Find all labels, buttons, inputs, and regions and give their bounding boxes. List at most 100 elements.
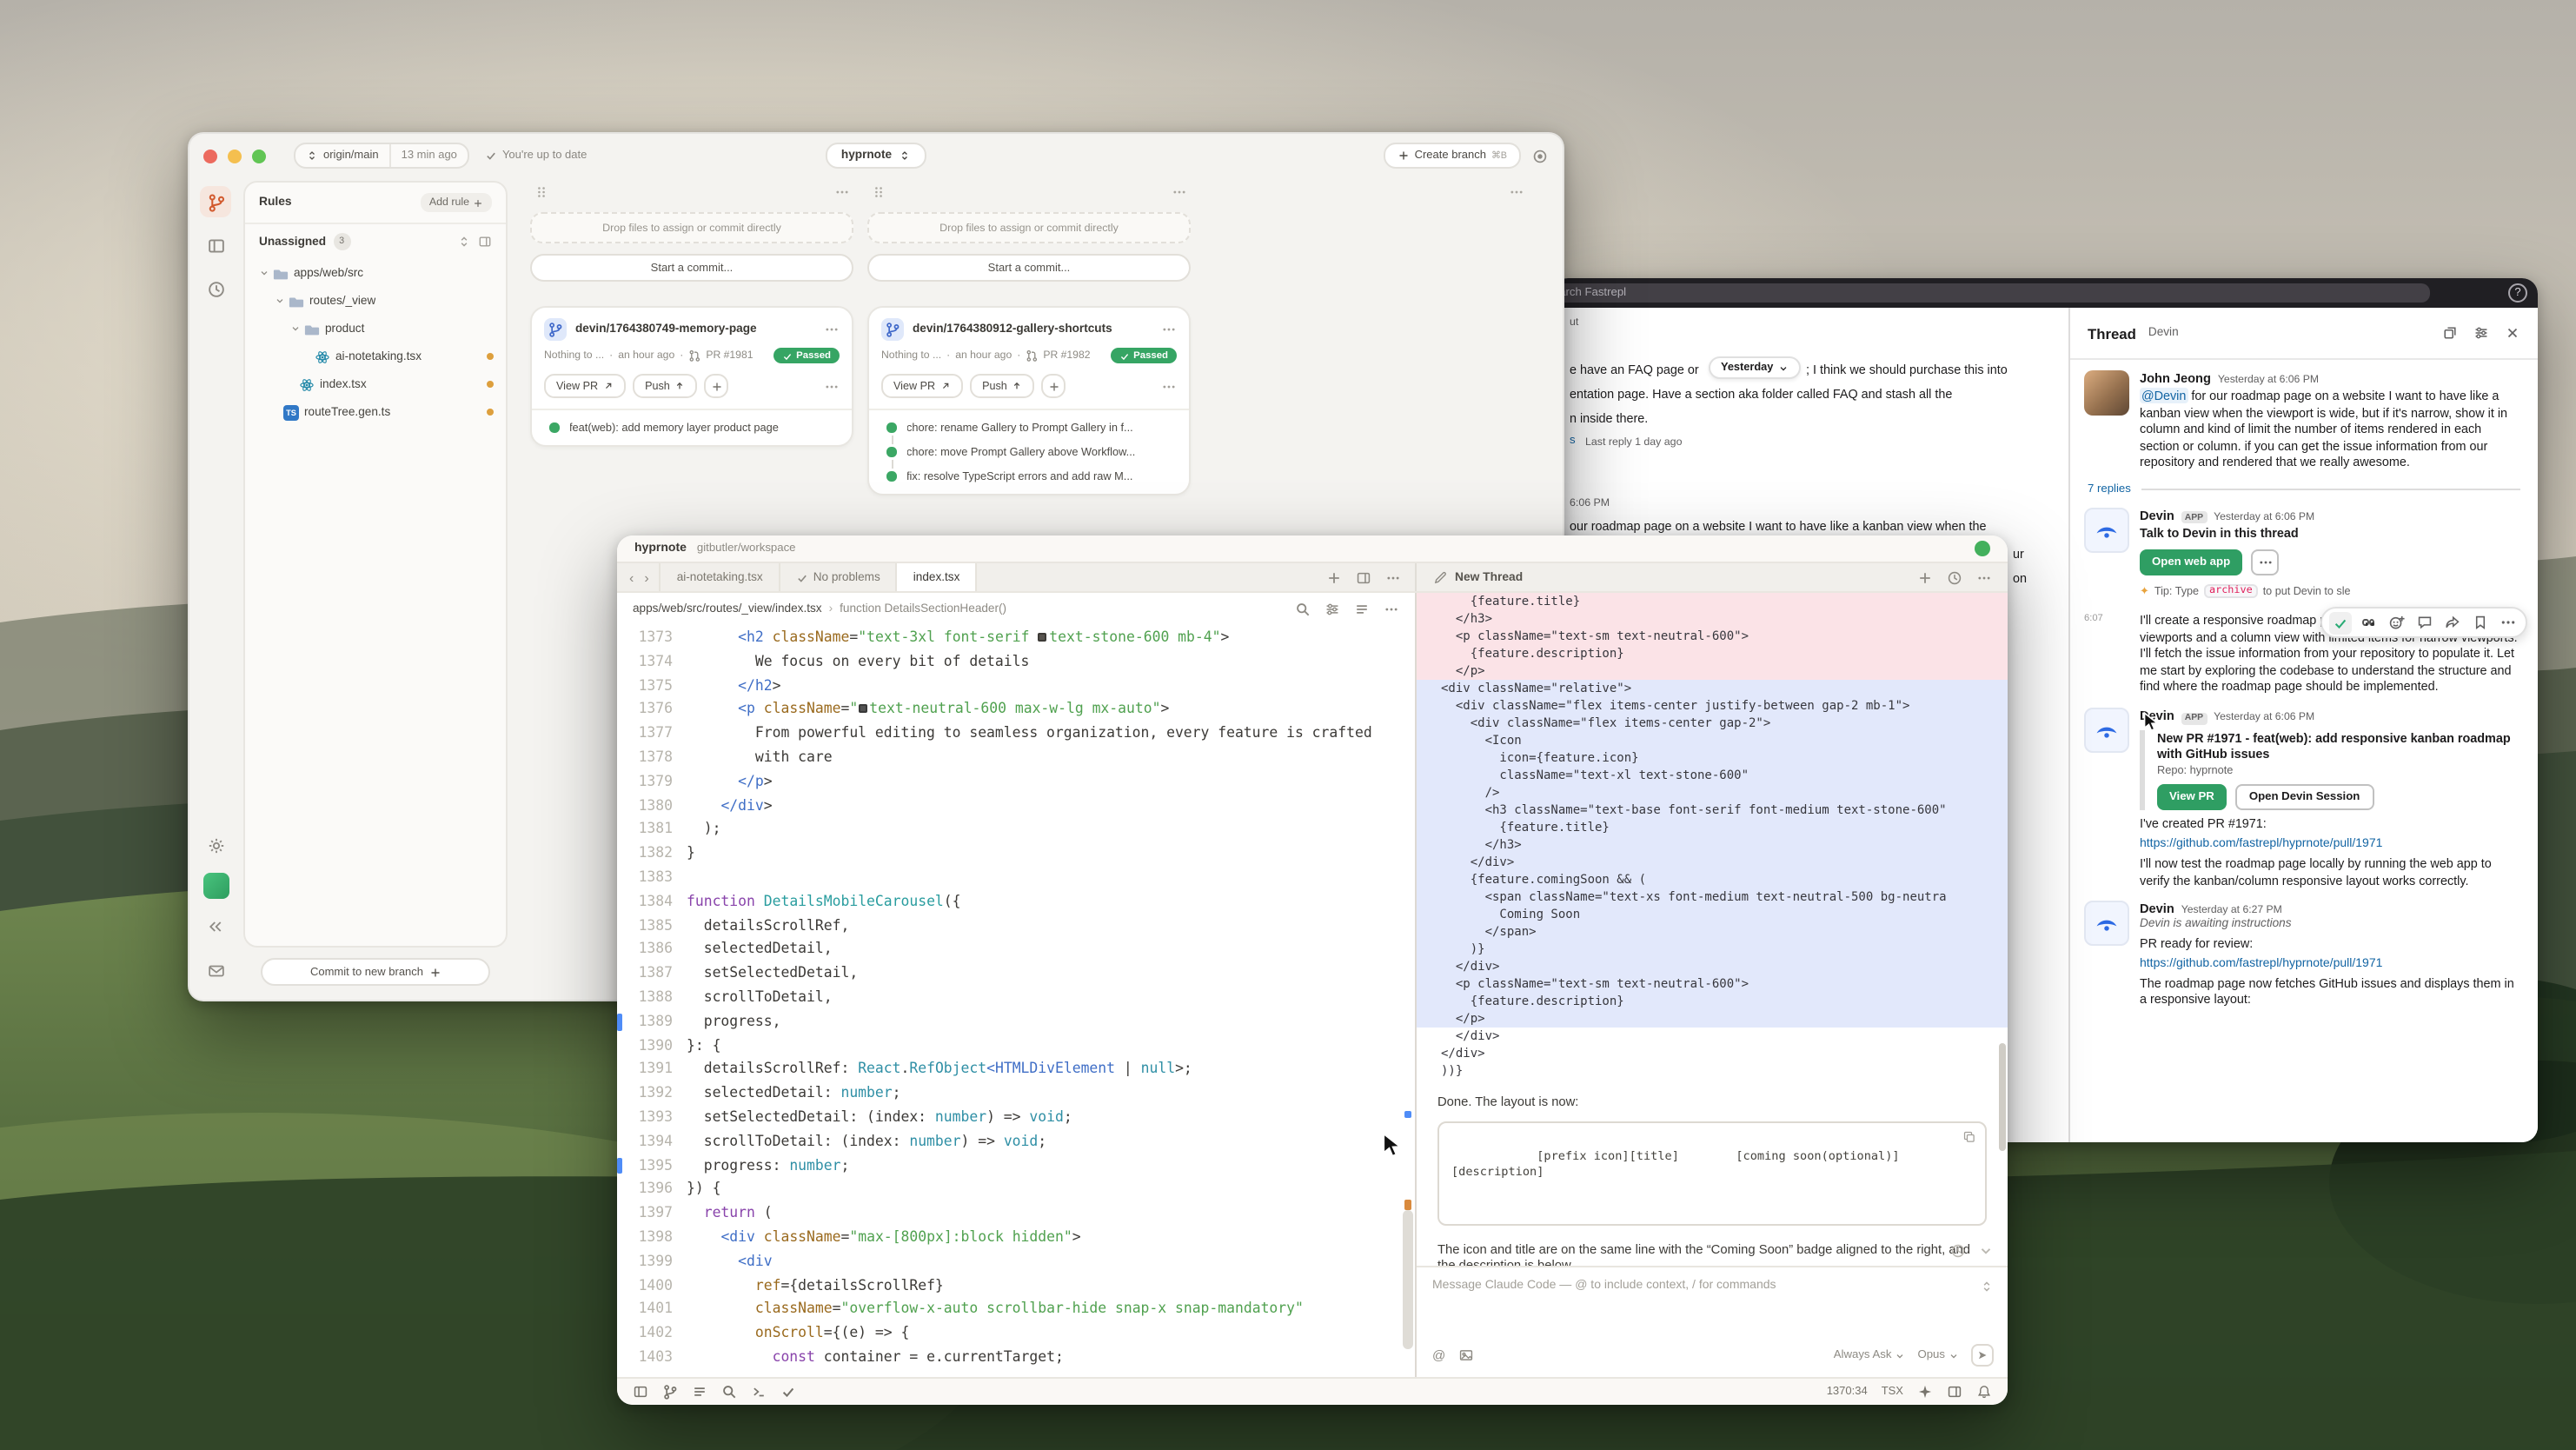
minimize-window-button[interactable] [228, 149, 242, 163]
history-icon[interactable] [1947, 569, 1962, 585]
dropzone[interactable]: Drop files to assign or commit directly [867, 212, 1191, 243]
filter-icon[interactable] [2473, 325, 2489, 341]
add-commit-button[interactable] [705, 374, 729, 398]
pr-number[interactable]: PR #1981 [706, 349, 753, 362]
terminal-panel-icon[interactable] [751, 1384, 767, 1400]
open-devin-session-button[interactable]: Open Devin Session [2235, 785, 2374, 811]
tree-folder[interactable]: routes/_view [245, 287, 506, 315]
attach-image-icon[interactable] [1457, 1347, 1473, 1363]
branch-menu-icon[interactable] [1161, 322, 1177, 337]
message-more-button[interactable] [2251, 549, 2279, 575]
breadcrumb[interactable]: apps/web/src/routes/_view/index.tsx › fu… [617, 593, 1415, 626]
dropzone[interactable]: Drop files to assign or commit directly [530, 212, 853, 243]
lane-menu-icon[interactable] [834, 184, 850, 200]
card-menu-icon[interactable] [1161, 378, 1177, 394]
assistant-scrollbar-thumb[interactable] [1999, 1043, 2006, 1151]
sort-icon[interactable] [457, 235, 471, 249]
nav-forward-icon[interactable]: › [644, 569, 648, 585]
view-pr-button[interactable]: View PR [881, 374, 963, 398]
slack-search[interactable] [1552, 283, 2430, 303]
remote-status-chip[interactable]: origin/main 13 min ago [294, 143, 469, 169]
add-reaction-button[interactable] [2385, 611, 2407, 634]
author-name[interactable]: Devin [2140, 508, 2174, 523]
filter-icon[interactable] [1325, 602, 1340, 617]
avatar[interactable] [2084, 901, 2129, 946]
help-button[interactable]: ? [2508, 283, 2527, 303]
search-icon[interactable] [1295, 602, 1311, 617]
eyes-reaction-button[interactable] [2357, 611, 2380, 634]
more-actions-button[interactable] [2496, 611, 2519, 634]
lane-menu-icon[interactable] [1172, 184, 1187, 200]
view-pr-button[interactable]: View PR [544, 374, 626, 398]
branch-name[interactable]: devin/1764380912-gallery-shortcuts [913, 323, 1152, 336]
scrollbar-thumb[interactable] [1403, 1210, 1413, 1349]
diagnostics-check-icon[interactable] [780, 1384, 796, 1400]
outline-icon[interactable] [1354, 602, 1370, 617]
collapse-sidebar-icon[interactable] [200, 911, 231, 942]
branch-name[interactable]: devin/1764380749-memory-page [575, 323, 815, 336]
share-button[interactable] [2440, 611, 2463, 634]
tree-file[interactable]: TS routeTree.gen.ts [245, 398, 506, 426]
panel-menu-icon[interactable] [1976, 569, 1992, 585]
new-tab-icon[interactable] [1326, 569, 1342, 585]
permission-mode-select[interactable]: Always Ask [1834, 1349, 1906, 1361]
close-icon[interactable] [2505, 325, 2520, 341]
tab-index[interactable]: index.tsx [896, 563, 978, 591]
date-divider-pill[interactable]: Yesterday [1709, 356, 1801, 379]
mention[interactable]: @Devin [2140, 388, 2188, 403]
pr-link[interactable]: https://github.com/fastrepl/hyprnote/pul… [2140, 957, 2524, 969]
timestamp[interactable]: Yesterday at 6:27 PM [2181, 904, 2282, 916]
branches-nav-icon[interactable] [200, 229, 231, 261]
avatar[interactable] [2084, 508, 2129, 553]
search-panel-icon[interactable] [721, 1384, 737, 1400]
tree-file[interactable]: index.tsx [245, 370, 506, 398]
start-commit-button[interactable]: Start a commit... [867, 254, 1191, 282]
bookmark-button[interactable] [2468, 611, 2491, 634]
assistant-sparkle-icon[interactable] [1917, 1384, 1933, 1400]
scroll-down-icon[interactable] [1978, 1243, 1994, 1259]
commit-to-new-branch-button[interactable]: Commit to new branch [261, 958, 490, 986]
avatar[interactable] [2084, 370, 2129, 416]
mention-icon[interactable]: @ [1432, 1347, 1445, 1363]
notifications-bell-icon[interactable] [1976, 1384, 1992, 1400]
editor-titlebar[interactable]: hyprnote gitbutler/workspace [617, 535, 2008, 563]
start-commit-button[interactable]: Start a commit... [530, 254, 853, 282]
tree-file[interactable]: ai-notetaking.tsx [245, 343, 506, 370]
drag-handle-icon[interactable] [534, 184, 549, 200]
zoom-window-button[interactable] [252, 149, 266, 163]
replies-divider[interactable]: 7 replies [2070, 475, 2538, 499]
view-pr-button[interactable]: View PR [2157, 785, 2227, 811]
send-button[interactable] [1971, 1344, 1994, 1367]
scrollbar[interactable] [1403, 626, 1413, 1377]
commit-row[interactable]: chore: move Prompt Gallery above Workflo… [869, 440, 1189, 464]
editor-menu-icon[interactable] [1384, 602, 1399, 617]
outline-panel-icon[interactable] [692, 1384, 707, 1400]
copy-icon[interactable] [1962, 1130, 1976, 1144]
add-rule-button[interactable]: Add rule [421, 193, 492, 212]
author-name[interactable]: John Jeong [2140, 370, 2211, 386]
breadcrumb-path[interactable]: apps/web/src/routes/_view/index.tsx [633, 603, 822, 615]
history-nav-icon[interactable] [200, 273, 231, 304]
unassigned-section[interactable]: Unassigned 3 [245, 223, 506, 259]
commit-row[interactable]: fix: resolve TypeScript errors and add r… [869, 464, 1189, 489]
avatar[interactable] [2084, 708, 2129, 753]
author-name[interactable]: Devin [2140, 901, 2174, 916]
check-reaction-button[interactable] [2329, 611, 2352, 634]
timestamp[interactable]: Yesterday at 6:06 PM [2214, 511, 2314, 523]
add-commit-button[interactable] [1042, 374, 1066, 398]
tab-ai-notetaking[interactable]: ai-notetaking.tsx [660, 563, 780, 591]
target-icon[interactable] [1531, 147, 1549, 164]
reply-thread-button[interactable] [2413, 611, 2435, 634]
git-branch-icon[interactable] [662, 1384, 678, 1400]
workspace-nav-icon[interactable] [200, 186, 231, 217]
push-button[interactable]: Push [633, 374, 698, 398]
timestamp[interactable]: Yesterday at 6:06 PM [2214, 711, 2314, 723]
code-editor[interactable]: 1373 <h2 className="text-3xl font-serif … [617, 626, 1415, 1377]
popout-icon[interactable] [2442, 325, 2458, 341]
open-web-app-button[interactable]: Open web app [2140, 549, 2242, 575]
tab-diagnostics[interactable]: No problems [779, 563, 898, 591]
pr-number[interactable]: PR #1982 [1043, 349, 1090, 362]
push-button[interactable]: Push [970, 374, 1035, 398]
commit-row[interactable]: feat(web): add memory layer product page [532, 416, 852, 440]
create-branch-button[interactable]: Create branch ⌘B [1384, 143, 1521, 169]
